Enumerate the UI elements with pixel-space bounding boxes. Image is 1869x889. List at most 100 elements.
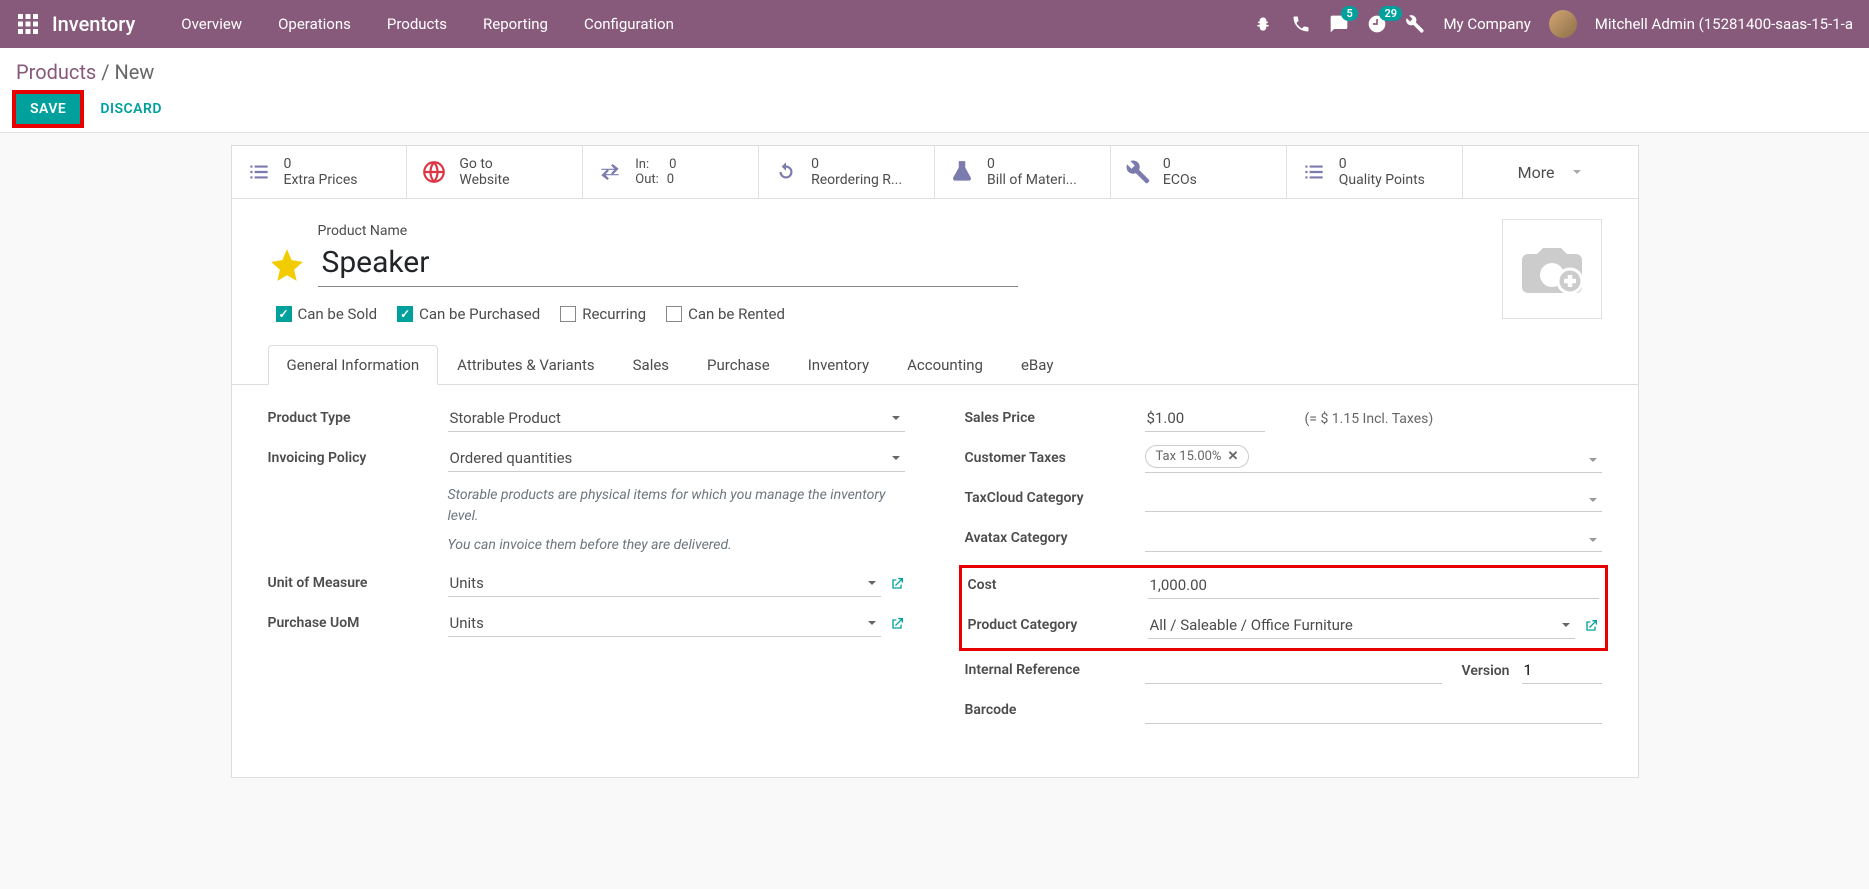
- stat-in-out[interactable]: In:0 Out:0: [583, 146, 759, 198]
- label-internal-ref: Internal Reference: [965, 657, 1145, 678]
- save-button[interactable]: SAVE: [16, 94, 80, 124]
- checkbox-icon: [666, 306, 682, 322]
- check-can-be-purchased[interactable]: Can be Purchased: [397, 305, 540, 323]
- nav-menu: Overview Operations Products Reporting C…: [163, 0, 692, 48]
- nav-operations[interactable]: Operations: [260, 0, 369, 48]
- product-name-input[interactable]: [318, 243, 1018, 287]
- form-left-column: Product Type Invoicing Policy Storable p…: [268, 405, 905, 737]
- wrench-stat-icon: [1125, 159, 1151, 185]
- select-uom[interactable]: [448, 570, 881, 597]
- tab-accounting[interactable]: Accounting: [888, 345, 1002, 385]
- label-product-category: Product Category: [968, 612, 1148, 633]
- phone-icon[interactable]: [1291, 14, 1311, 34]
- wrench-icon[interactable]: [1405, 14, 1425, 34]
- label-sales-price: Sales Price: [965, 405, 1145, 426]
- title-area: Product Name: [232, 199, 1638, 287]
- bug-icon[interactable]: [1253, 14, 1273, 34]
- label-barcode: Barcode: [965, 697, 1145, 718]
- stat-extra-prices[interactable]: 0Extra Prices: [232, 146, 408, 198]
- stat-ecos[interactable]: 0ECOs: [1111, 146, 1287, 198]
- globe-icon: [421, 159, 447, 185]
- input-taxcloud[interactable]: [1145, 485, 1602, 512]
- tab-inventory[interactable]: Inventory: [789, 345, 888, 385]
- activities-button[interactable]: 29: [1367, 14, 1387, 34]
- label-avatax: Avatax Category: [965, 525, 1145, 546]
- tax-remove-icon[interactable]: ✕: [1227, 449, 1238, 464]
- stat-bom[interactable]: 0Bill of Materi...: [935, 146, 1111, 198]
- tab-general-information[interactable]: General Information: [268, 345, 439, 385]
- check-can-be-rented[interactable]: Can be Rented: [666, 305, 785, 323]
- input-internal-ref[interactable]: [1145, 657, 1442, 684]
- external-link-icon[interactable]: [889, 576, 905, 592]
- help-invoice: You can invoice them before they are del…: [448, 535, 905, 556]
- discard-button[interactable]: DISCARD: [92, 94, 170, 124]
- nav-right: 5 29 My Company Mitchell Admin (15281400…: [1253, 10, 1861, 38]
- select-invoicing-policy[interactable]: [448, 445, 905, 472]
- label-cost: Cost: [968, 572, 1148, 593]
- form-sheet: 0Extra Prices Go toWebsite In:0 Out:0 0R…: [231, 145, 1639, 778]
- tax-tag[interactable]: Tax 15.00%✕: [1145, 445, 1250, 468]
- label-invoicing-policy: Invoicing Policy: [268, 445, 448, 466]
- messages-button[interactable]: 5: [1329, 14, 1349, 34]
- external-link-icon[interactable]: [1583, 618, 1599, 634]
- action-buttons: SAVE DISCARD: [16, 94, 1853, 124]
- nav-overview[interactable]: Overview: [163, 0, 260, 48]
- favorite-star-icon[interactable]: [268, 246, 306, 284]
- select-purchase-uom[interactable]: [448, 610, 881, 637]
- breadcrumb-products[interactable]: Products: [16, 60, 96, 84]
- tab-ebay[interactable]: eBay: [1002, 345, 1072, 385]
- checkbox-icon: [397, 306, 413, 322]
- breadcrumb: Products / New: [16, 60, 1853, 84]
- app-brand[interactable]: Inventory: [52, 12, 135, 36]
- check-can-be-sold[interactable]: Can be Sold: [276, 305, 378, 323]
- select-product-category[interactable]: [1148, 612, 1575, 639]
- breadcrumb-current: New: [114, 60, 154, 84]
- transfer-icon: [597, 159, 623, 185]
- label-product-type: Product Type: [268, 405, 448, 426]
- label-customer-taxes: Customer Taxes: [965, 445, 1145, 466]
- input-sales-price[interactable]: [1145, 405, 1265, 432]
- stat-go-to-website[interactable]: Go toWebsite: [407, 146, 583, 198]
- control-panel: Products / New SAVE DISCARD: [0, 48, 1869, 133]
- label-purchase-uom: Purchase UoM: [268, 610, 448, 631]
- refresh-icon: [773, 159, 799, 185]
- company-selector[interactable]: My Company: [1443, 15, 1530, 33]
- nav-configuration[interactable]: Configuration: [566, 0, 692, 48]
- apps-icon[interactable]: [16, 12, 40, 36]
- checkbox-icon: [560, 306, 576, 322]
- stat-more[interactable]: More: [1463, 146, 1638, 198]
- camera-plus-icon: [1516, 233, 1588, 305]
- highlighted-region: Cost Product Category: [959, 565, 1608, 651]
- input-barcode[interactable]: [1145, 697, 1602, 724]
- tab-sales[interactable]: Sales: [614, 345, 688, 385]
- product-name-label: Product Name: [318, 223, 1602, 239]
- tab-attributes-variants[interactable]: Attributes & Variants: [438, 345, 613, 385]
- breadcrumb-sep: /: [101, 60, 114, 84]
- stat-reordering[interactable]: 0Reordering R...: [759, 146, 935, 198]
- checkbox-icon: [276, 306, 292, 322]
- form-right-column: Sales Price (= $ 1.15 Incl. Taxes) Custo…: [965, 405, 1602, 737]
- user-avatar[interactable]: [1549, 10, 1577, 38]
- label-taxcloud: TaxCloud Category: [965, 485, 1145, 506]
- input-cost[interactable]: [1148, 572, 1599, 599]
- caret-down-icon: [1588, 455, 1598, 465]
- activities-badge: 29: [1379, 6, 1402, 21]
- list2-icon: [1301, 159, 1327, 185]
- top-nav: Inventory Overview Operations Products R…: [0, 0, 1869, 48]
- stat-button-row: 0Extra Prices Go toWebsite In:0 Out:0 0R…: [232, 146, 1638, 199]
- input-version[interactable]: [1522, 657, 1602, 684]
- select-product-type[interactable]: [448, 405, 905, 432]
- tab-purchase[interactable]: Purchase: [688, 345, 789, 385]
- label-uom: Unit of Measure: [268, 570, 448, 591]
- user-menu[interactable]: Mitchell Admin (15281400-saas-15-1-a: [1595, 15, 1853, 33]
- external-link-icon[interactable]: [889, 616, 905, 632]
- nav-reporting[interactable]: Reporting: [465, 0, 566, 48]
- options-row: Can be Sold Can be Purchased Recurring C…: [232, 287, 1638, 335]
- nav-products[interactable]: Products: [369, 0, 465, 48]
- stat-quality[interactable]: 0Quality Points: [1287, 146, 1463, 198]
- product-image-upload[interactable]: [1502, 219, 1602, 319]
- check-recurring[interactable]: Recurring: [560, 305, 646, 323]
- input-avatax[interactable]: [1145, 525, 1602, 552]
- list-icon: [246, 159, 272, 185]
- help-storable: Storable products are physical items for…: [448, 485, 905, 527]
